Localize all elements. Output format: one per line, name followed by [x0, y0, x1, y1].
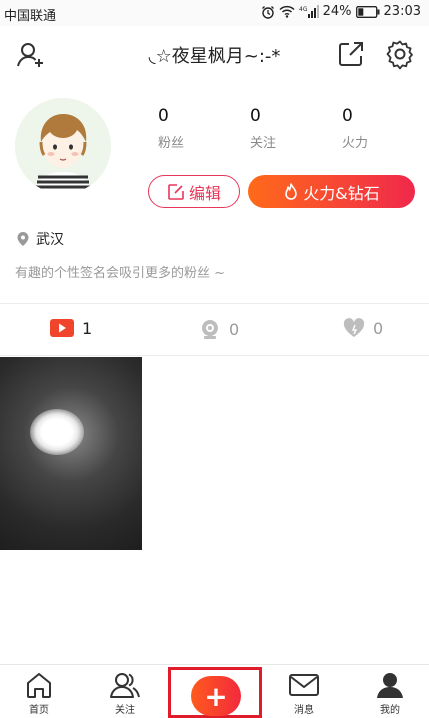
divider	[0, 355, 429, 356]
nav-home-label: 首页	[29, 705, 49, 716]
status-bar: 中国联通 4G 24% 23:03	[0, 0, 429, 26]
carrier-name: 中国联通	[4, 9, 57, 24]
nav-messages[interactable]: 消息	[274, 671, 334, 716]
content-tabs: 1 0 0	[0, 305, 429, 353]
battery-percent: 24%	[322, 4, 352, 19]
firepower-count: 0	[342, 106, 353, 126]
video-thumbnail[interactable]	[0, 357, 142, 550]
ceiling-light-glow	[30, 409, 84, 455]
camera-icon	[202, 320, 218, 339]
avatar[interactable]	[15, 98, 111, 194]
stat-firepower[interactable]: 0 火力	[342, 106, 412, 151]
nav-me[interactable]: 我的	[360, 671, 420, 716]
nav-messages-label: 消息	[294, 705, 314, 716]
live-count: 0	[229, 319, 240, 339]
message-icon	[289, 674, 319, 696]
fans-label: 粉丝	[158, 136, 185, 151]
settings-button[interactable]	[384, 38, 416, 70]
nav-me-label: 我的	[380, 705, 400, 716]
share-icon	[339, 42, 363, 66]
page-title: ◟☆夜星枫月~:-*	[148, 46, 281, 67]
fire-diamond-button[interactable]: 火力&钻石	[248, 175, 415, 208]
signature-text[interactable]: 有趣的个性签名会吸引更多的粉丝 ~	[15, 262, 225, 281]
add-friend-icon	[17, 43, 43, 67]
edit-profile-button[interactable]: 编辑	[148, 175, 240, 208]
post-button[interactable]: +	[191, 676, 241, 716]
tab-likes[interactable]: 0	[343, 318, 383, 338]
home-icon	[27, 673, 51, 698]
tab-videos[interactable]: 1	[50, 318, 92, 338]
follow-icon	[110, 673, 140, 698]
stat-following[interactable]: 0 关注	[250, 106, 320, 151]
fans-count: 0	[158, 106, 169, 126]
fire-diamond-label: 火力&钻石	[303, 183, 380, 203]
clock-time: 23:03	[383, 4, 421, 19]
svg-text:4G: 4G	[299, 6, 308, 13]
videos-count: 1	[82, 318, 93, 338]
nav-follow-label: 关注	[115, 705, 135, 716]
plus-icon: +	[204, 679, 228, 713]
battery-icon	[355, 5, 380, 18]
edit-icon	[168, 183, 184, 200]
flame-icon	[285, 182, 298, 200]
stat-fans[interactable]: 0 粉丝	[158, 106, 228, 151]
alarm-icon	[261, 5, 275, 19]
share-button[interactable]	[335, 38, 367, 70]
following-label: 关注	[250, 136, 277, 151]
video-icon	[50, 319, 74, 337]
nav-home[interactable]: 首页	[9, 671, 69, 716]
location-pin-icon	[17, 232, 29, 246]
edit-label: 编辑	[188, 183, 221, 203]
firepower-label: 火力	[342, 136, 369, 151]
add-friend-button[interactable]	[15, 39, 47, 71]
signal-icon: 4G	[299, 5, 319, 18]
wifi-icon	[279, 5, 295, 18]
location: 武汉	[16, 229, 64, 249]
nav-follow[interactable]: 关注	[95, 671, 155, 716]
tab-live[interactable]: 0	[199, 318, 239, 340]
heart-icon	[343, 318, 365, 337]
me-icon	[377, 673, 403, 698]
location-text: 武汉	[36, 232, 64, 248]
status-indicators: 4G 24% 23:03	[261, 4, 421, 19]
following-count: 0	[250, 106, 261, 126]
avatar-illustration	[15, 98, 111, 194]
divider	[0, 303, 429, 304]
gear-icon	[386, 40, 413, 70]
profile-header: ◟☆夜星枫月~:-*	[0, 26, 429, 82]
likes-count: 0	[373, 318, 384, 338]
